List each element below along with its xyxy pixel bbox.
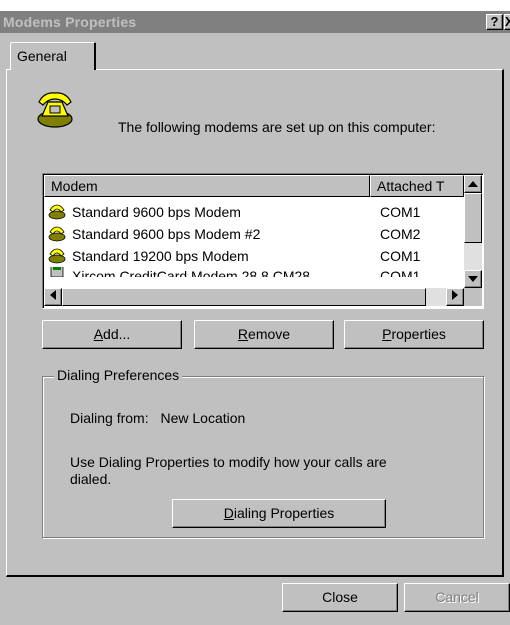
- modem-name: Standard 9600 bps Modem #2: [72, 226, 261, 242]
- window-title: Modems Properties: [3, 14, 137, 30]
- properties-button[interactable]: Properties: [344, 320, 484, 349]
- title-bar[interactable]: Modems Properties ? X: [0, 11, 510, 33]
- tab-general[interactable]: General: [10, 42, 96, 70]
- scroll-left-button[interactable]: [44, 288, 62, 306]
- scroll-right-button[interactable]: [446, 288, 464, 306]
- tab-general-label: General: [17, 48, 67, 64]
- horizontal-scrollbar[interactable]: [44, 288, 464, 306]
- column-header-attached-to[interactable]: Attached T: [370, 175, 464, 197]
- modem-list[interactable]: Modem Attached T Standard 9600 bps Modem…: [42, 173, 484, 309]
- scroll-up-button[interactable]: [464, 175, 482, 193]
- telephone-icon: [37, 92, 73, 128]
- scrollbar-corner: [464, 288, 482, 306]
- list-header: Modem Attached T: [44, 175, 464, 197]
- list-item[interactable]: Standard 9600 bps Modem COM1: [44, 201, 464, 223]
- dialing-properties-label: ialing Properties: [233, 505, 335, 521]
- modem-rows: Standard 9600 bps Modem COM1 Standard 96…: [44, 201, 464, 277]
- dialing-from-value: New Location: [160, 410, 246, 426]
- column-header-modem[interactable]: Modem: [44, 175, 370, 197]
- modem-name: Xircom CreditCard Modem 28.8 CM28: [72, 268, 311, 277]
- add-button[interactable]: Add...: [42, 320, 182, 349]
- list-item[interactable]: Standard 9600 bps Modem #2 COM2: [44, 223, 464, 245]
- cancel-button: Cancel: [404, 583, 510, 612]
- properties-label: roperties: [391, 326, 446, 342]
- dialing-properties-button[interactable]: Dialing Properties: [172, 499, 386, 528]
- modem-phone-icon: [48, 226, 66, 242]
- close-button[interactable]: Close: [282, 583, 398, 612]
- modem-name: Standard 19200 bps Modem: [72, 248, 249, 264]
- dialing-from: Dialing from: New Location: [70, 410, 245, 426]
- list-item[interactable]: Xircom CreditCard Modem 28.8 CM28 COM1: [44, 267, 464, 277]
- modem-port: COM1: [380, 204, 421, 220]
- arrow-right-icon: [452, 290, 458, 300]
- modem-phone-icon: [48, 248, 66, 264]
- vertical-scrollbar[interactable]: [464, 175, 482, 288]
- close-label: Close: [322, 589, 358, 605]
- intro-text: The following modems are set up on this …: [118, 119, 436, 135]
- arrow-left-icon: [50, 290, 56, 300]
- remove-accelerator: R: [237, 326, 249, 342]
- arrow-down-icon: [468, 276, 478, 282]
- cancel-label: Cancel: [435, 589, 479, 605]
- modems-properties-dialog: Modems Properties ? X General The follow…: [0, 11, 510, 625]
- vertical-scroll-thumb[interactable]: [464, 193, 482, 243]
- dialing-preferences-label: Dialing Preferences: [54, 367, 183, 383]
- dialing-properties-accelerator: D: [223, 505, 234, 521]
- modem-name: Standard 9600 bps Modem: [72, 204, 241, 220]
- dialing-help-text: Use Dialing Properties to modify how you…: [70, 454, 387, 487]
- pcmcia-card-icon: [50, 267, 64, 277]
- help-button[interactable]: ?: [486, 14, 503, 30]
- horizontal-scroll-thumb[interactable]: [62, 288, 426, 306]
- remove-label: emove: [248, 326, 291, 342]
- add-label: dd...: [103, 326, 131, 342]
- modem-port: COM1: [380, 248, 421, 264]
- list-item[interactable]: Standard 19200 bps Modem COM1: [44, 245, 464, 267]
- add-accelerator: A: [93, 326, 104, 342]
- modem-port: COM1: [380, 268, 421, 277]
- arrow-up-icon: [468, 181, 478, 187]
- scroll-down-button[interactable]: [464, 270, 482, 288]
- modem-port: COM2: [380, 226, 421, 242]
- modem-phone-icon: [48, 204, 66, 220]
- dialing-from-label: Dialing from:: [70, 410, 149, 426]
- close-window-button[interactable]: X: [504, 14, 510, 30]
- remove-button[interactable]: Remove: [194, 320, 334, 349]
